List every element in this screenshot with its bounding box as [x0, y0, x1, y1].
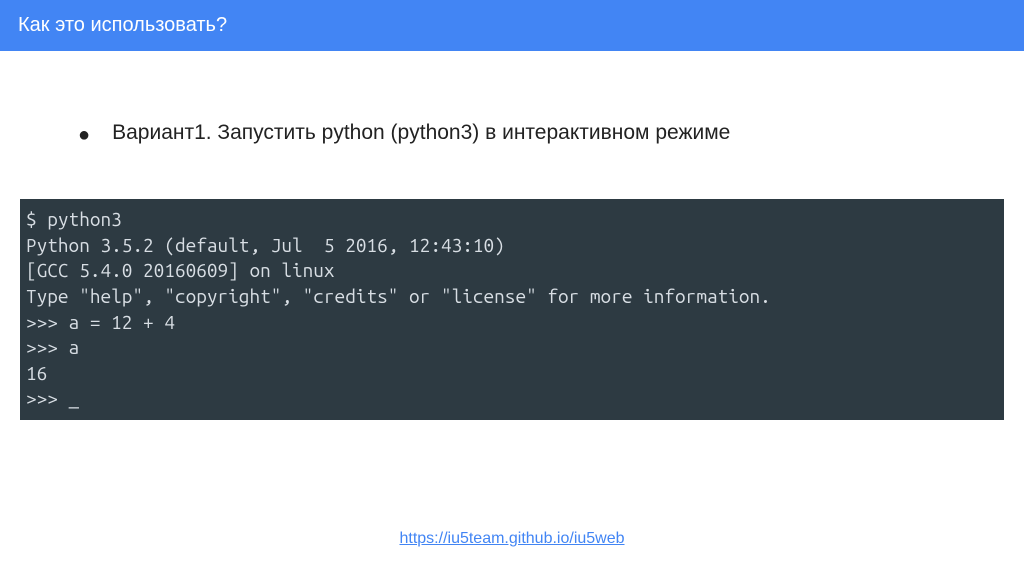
- bullet-dot-icon: ●: [78, 121, 90, 149]
- slide-header: Как это использовать?: [0, 0, 1024, 51]
- terminal-output: $ python3 Python 3.5.2 (default, Jul 5 2…: [20, 199, 1004, 420]
- slide-title: Как это использовать?: [18, 14, 227, 36]
- bullet-text: Вариант1. Запустить python (python3) в и…: [112, 121, 730, 145]
- slide-content: ● Вариант1. Запустить python (python3) в…: [0, 51, 1024, 420]
- bullet-item: ● Вариант1. Запустить python (python3) в…: [60, 121, 964, 149]
- footer-link[interactable]: https://iu5team.github.io/iu5web: [399, 530, 624, 547]
- footer: https://iu5team.github.io/iu5web: [0, 530, 1024, 548]
